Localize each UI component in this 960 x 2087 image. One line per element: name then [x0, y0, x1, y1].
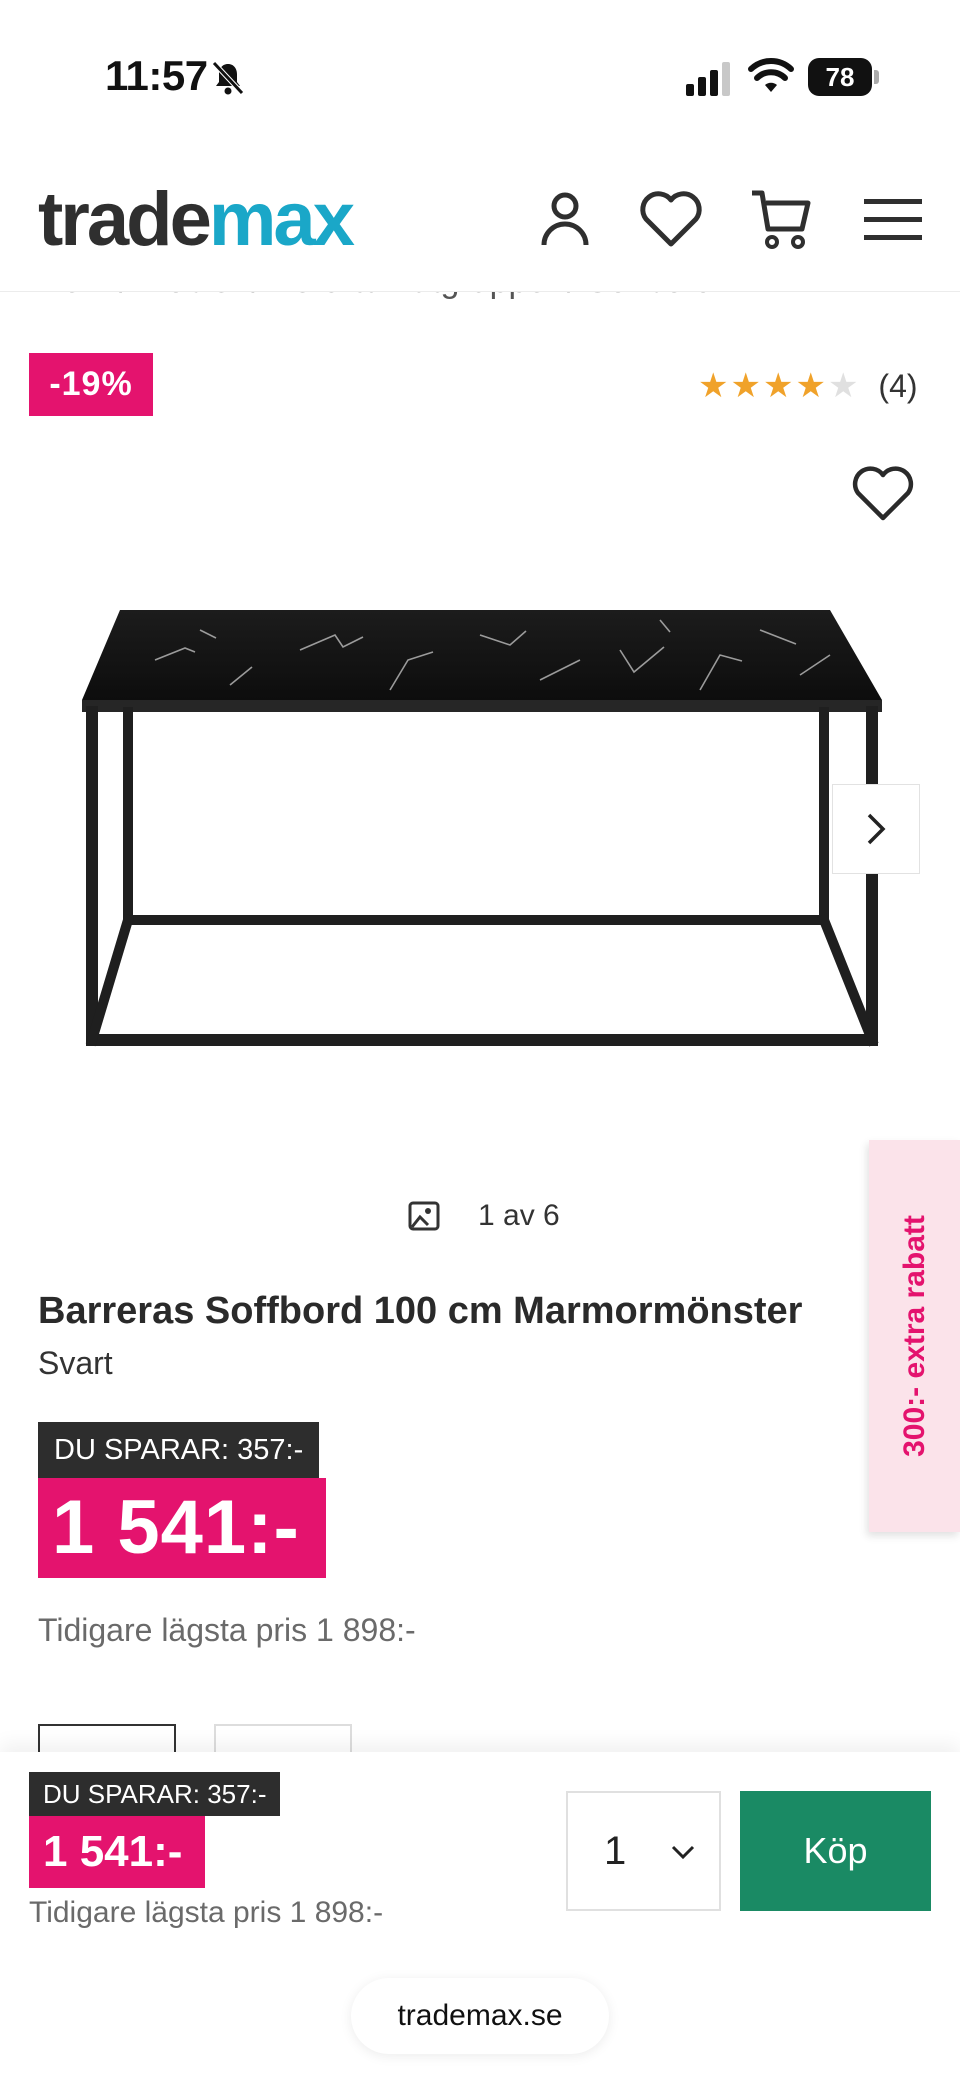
rating-count: (4) [878, 367, 918, 404]
product-image[interactable] [60, 590, 900, 1070]
quantity-value: 1 [604, 1829, 627, 1873]
savings-label: DU SPARAR: 357:- [38, 1422, 320, 1478]
sticky-price: 1 541:- [29, 1816, 205, 1888]
product-color: Svart [38, 1345, 113, 1381]
product-rating[interactable]: ★ ★ ★ ★ ★ (4) [698, 366, 918, 406]
product-title: Barreras Soffbord 100 cm Marmormönster [38, 1290, 803, 1332]
add-to-wishlist-icon[interactable] [852, 466, 914, 522]
wifi-icon [748, 58, 794, 92]
gallery-counter-text: 1 av 6 [478, 1199, 560, 1232]
gallery-counter[interactable]: 1 av 6 [408, 1196, 560, 1236]
lowest-price: Tidigare lägsta pris 1 898:- [38, 1612, 416, 1648]
star-icon: ★ [827, 367, 859, 405]
quantity-select[interactable]: 1 [566, 1791, 721, 1911]
chevron-down-icon [671, 1845, 695, 1860]
star-icon: ★ [762, 367, 794, 405]
star-icon: ★ [730, 367, 761, 405]
browser-url-bar[interactable]: trademax.se [351, 1978, 609, 2054]
promo-tab-label: 300:- extra rabatt [897, 1215, 931, 1457]
discount-badge: -19% [29, 353, 153, 416]
product-price: 1 541:- [38, 1478, 326, 1578]
bell-slash-icon [212, 61, 244, 95]
menu-icon[interactable] [858, 184, 928, 254]
buy-button[interactable]: Köp [740, 1791, 931, 1911]
promo-tab[interactable]: 300:- extra rabatt [869, 1140, 960, 1532]
gallery-next-button[interactable] [832, 784, 920, 874]
battery-icon: 78 [808, 58, 879, 96]
star-icon: ★ [795, 367, 826, 405]
cart-icon[interactable] [746, 184, 816, 254]
rating-stars: ★ ★ ★ ★ ★ [698, 366, 858, 406]
account-icon[interactable] [530, 184, 600, 254]
sticky-savings-label: DU SPARAR: 357:- [29, 1772, 281, 1816]
trademax-logo[interactable]: trademax [38, 180, 355, 260]
chevron-right-icon [867, 813, 886, 845]
battery-level: 78 [808, 58, 872, 96]
status-time: 11:57 [105, 52, 208, 99]
star-icon: ★ [698, 367, 729, 405]
signal-icon [686, 62, 730, 96]
sticky-lowest-price: Tidigare lägsta pris 1 898:- [29, 1896, 384, 1929]
image-icon [408, 1201, 440, 1231]
wishlist-icon[interactable] [636, 184, 706, 254]
site-header: trademax [0, 150, 960, 292]
status-bar: 11:57 78 [0, 0, 960, 150]
